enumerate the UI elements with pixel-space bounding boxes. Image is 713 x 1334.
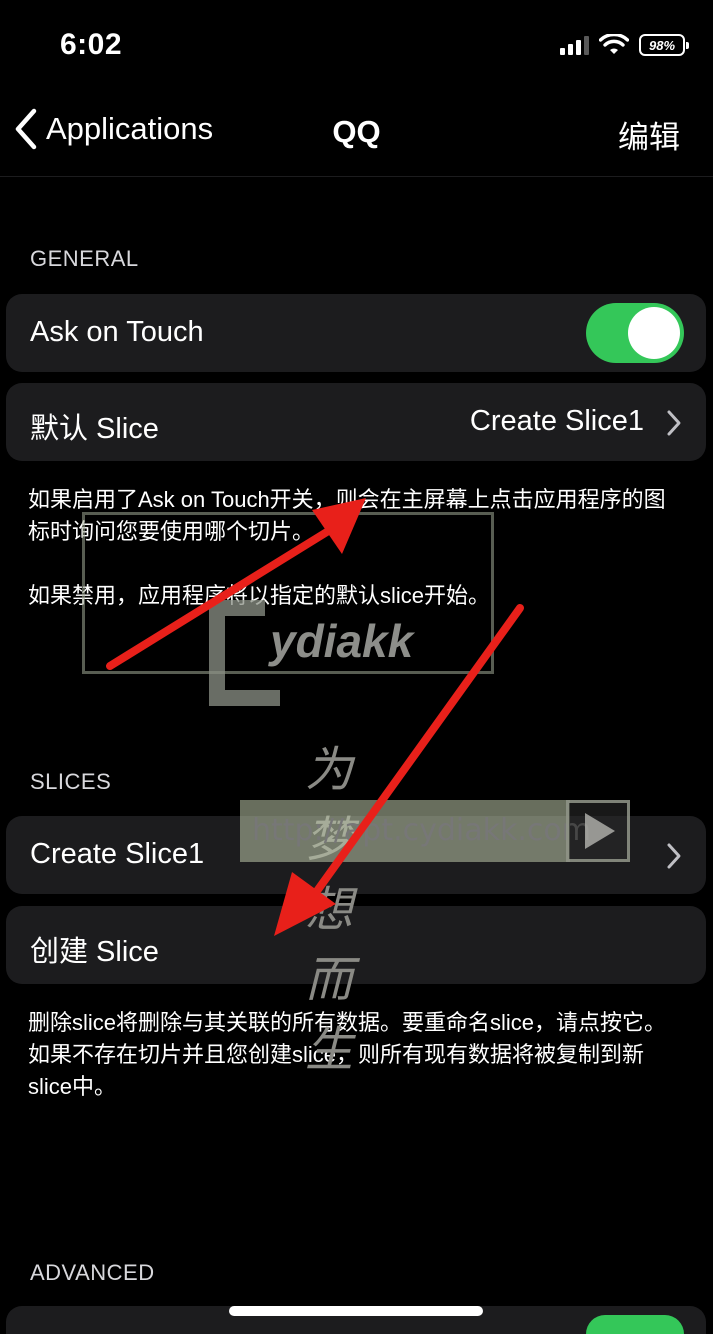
page-title: QQ [332, 114, 381, 149]
battery-percent: 98% [648, 37, 676, 53]
create-slice-label: 创建 Slice [30, 936, 159, 968]
cellular-signal-icon [560, 35, 589, 55]
default-slice-value: Create Slice1 [469, 405, 644, 437]
ask-on-touch-toggle[interactable] [586, 303, 684, 363]
advanced-toggle[interactable] [586, 1315, 684, 1334]
watermark-brand: ydiakk [270, 615, 414, 667]
ask-on-touch-label: Ask on Touch [30, 316, 204, 348]
section-header-slices: SLICES [30, 769, 112, 794]
default-slice-row[interactable]: 默认 Slice Create Slice1 [6, 383, 706, 461]
ask-on-touch-row: Ask on Touch [6, 294, 706, 372]
section-header-advanced: ADVANCED [30, 1260, 155, 1285]
status-bar: 6:02 98% [0, 0, 713, 90]
chevron-right-icon [667, 410, 681, 436]
general-footer: 如果启用了Ask on Touch开关，则会在主屏幕上点击应用程序的图标时询问您… [28, 484, 678, 612]
general-footer-paragraph-1: 如果启用了Ask on Touch开关，则会在主屏幕上点击应用程序的图标时询问您… [28, 487, 666, 544]
annotation-arrows [106, 498, 524, 936]
wifi-icon [599, 34, 629, 54]
slice-row-create-slice1[interactable]: Create Slice1 [6, 816, 706, 894]
slice-row-label: Create Slice1 [30, 838, 205, 870]
edit-button[interactable]: 编辑 [618, 112, 680, 157]
watermark-logo-c [209, 600, 280, 706]
section-header-general: GENERAL [30, 246, 139, 271]
toggle-knob [628, 307, 680, 359]
general-footer-paragraph-2: 如果禁用，应用程序将以指定的默认slice开始。 [28, 583, 491, 608]
navigation-bar: Applications QQ 编辑 [0, 90, 713, 177]
slices-footer: 删除slice将删除与其关联的所有数据。要重命名slice，请点按它。如果不存在… [28, 1010, 667, 1099]
battery-icon: 98% [639, 34, 689, 56]
create-slice-button[interactable]: 创建 Slice [6, 906, 706, 984]
default-slice-label: 默认 Slice [30, 413, 159, 445]
chevron-right-icon [667, 843, 681, 869]
home-indicator [229, 1306, 483, 1316]
status-icons: 98% [560, 34, 689, 56]
status-time: 6:02 [60, 28, 123, 61]
